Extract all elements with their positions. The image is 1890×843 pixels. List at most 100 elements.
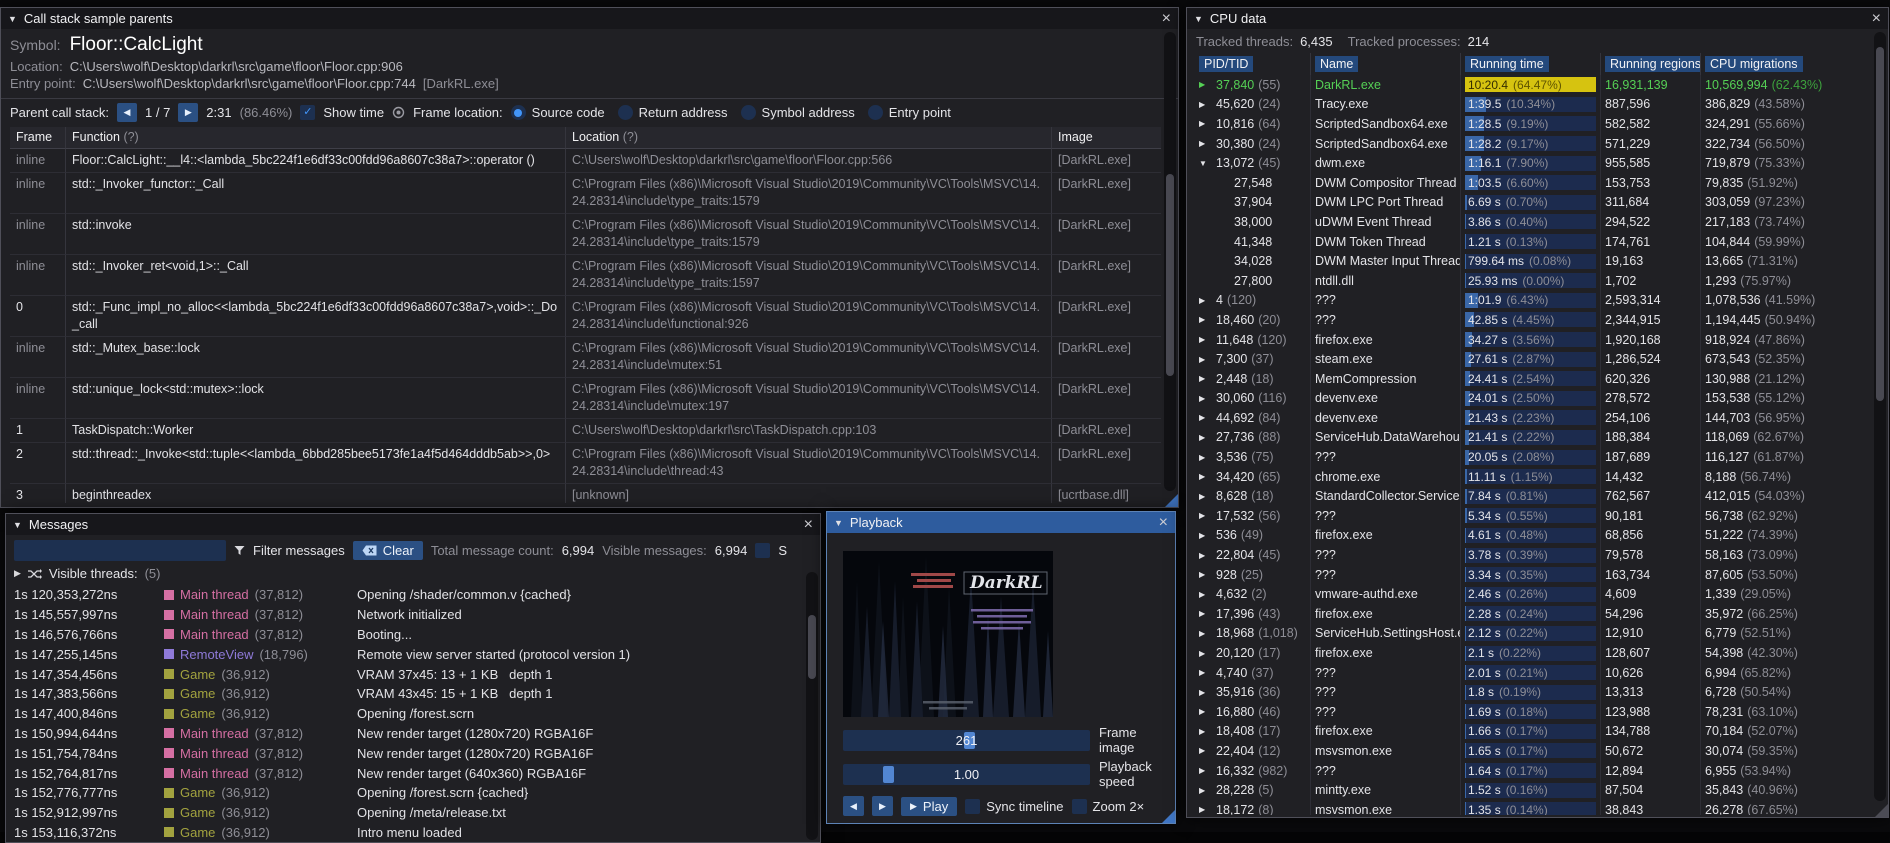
scrollbar-thumb[interactable] (1166, 174, 1174, 376)
zoom-checkbox[interactable] (1072, 799, 1087, 814)
cpu-row[interactable]: ▶ 20,120 (17) firefox.exe 2.1 s(0.22%) 1… (1195, 643, 1880, 663)
expand-icon[interactable]: ▶ (1199, 590, 1212, 599)
expand-icon[interactable]: ▶ (1199, 335, 1212, 344)
callstack-table-row[interactable]: inline Floor::CalcLight::__l4::<lambda_5… (10, 149, 1161, 173)
clear-button[interactable]: Clear (353, 541, 423, 560)
collapse-arrow-icon[interactable]: ▼ (834, 518, 843, 528)
col-header-cpu-migrations[interactable]: CPU migrations (1701, 53, 1880, 75)
playback-speed-slider[interactable]: 1.00 (843, 764, 1090, 785)
cpu-row[interactable]: ▶ 28,228 (5) mintty.exe 1.52 s(0.16%) 87… (1195, 780, 1880, 800)
col-header-running-time[interactable]: Running time (1461, 53, 1601, 75)
cpu-row[interactable]: ▶ 37,840 (55) DarkRL.exe 10:20.4(64.47%)… (1195, 75, 1880, 95)
cpu-row[interactable]: ▶ 18,408 (17) firefox.exe 1.66 s(0.17%) … (1195, 722, 1880, 742)
cpu-row[interactable]: ▼ 13,072 (45) dwm.exe 1:16.1(7.90%) 955,… (1195, 153, 1880, 173)
expand-icon[interactable]: ▶ (1199, 707, 1212, 716)
cpu-row[interactable]: ▶ 18,172 (8) msvsmon.exe 1.35 s(0.14%) 3… (1195, 800, 1880, 815)
cpu-row[interactable]: 37,904 DWM LPC Port Thread 6.69 s(0.70%)… (1195, 193, 1880, 213)
callstack-table-row[interactable]: 3 beginthreadex [unknown] [ucrtbase.dll] (10, 484, 1161, 503)
expand-icon[interactable]: ▶ (1199, 570, 1212, 579)
expand-icon[interactable]: ▶ (14, 568, 21, 579)
expand-icon[interactable]: ▶ (1199, 609, 1212, 618)
expand-icon[interactable]: ▶ (1199, 805, 1212, 814)
cpu-row[interactable]: ▶ 4 (120) ??? 1:01.9(6.43%) 2,593,314 1,… (1195, 291, 1880, 311)
message-row[interactable]: 1s 147,255,145ns RemoteView (18,796) Rem… (14, 644, 812, 664)
callstack-table-row[interactable]: 1 TaskDispatch::Worker C:\Users\wolf\Des… (10, 419, 1161, 443)
play-button[interactable]: ▶ Play (901, 797, 957, 816)
message-row[interactable]: 1s 147,354,456ns Game (36,912) VRAM 37x4… (14, 664, 812, 684)
frame-image-slider[interactable]: 261 (843, 730, 1090, 751)
zoom-option[interactable]: Zoom 2× (1072, 799, 1145, 814)
cpu-row[interactable]: ▶ 27,736 (88) ServiceHub.DataWarehouseHo… (1195, 428, 1880, 448)
cpu-row[interactable]: ▶ 7,300 (37) steam.exe 27.61 s(2.87%) 1,… (1195, 349, 1880, 369)
messages-titlebar[interactable]: ▼ Messages × (6, 514, 820, 535)
cpu-row[interactable]: ▶ 16,880 (46) ??? 1.69 s(0.18%) 123,988 … (1195, 702, 1880, 722)
expand-icon[interactable]: ▶ (1199, 511, 1212, 520)
frame-location-radio[interactable]: Return address (618, 105, 728, 120)
message-row[interactable]: 1s 146,576,766ns Main thread (37,812) Bo… (14, 625, 812, 645)
next-stack-button[interactable]: ▶ (178, 103, 198, 122)
message-row[interactable]: 1s 153,116,372ns Game (36,912) Intro men… (14, 823, 812, 842)
collapse-arrow-icon[interactable]: ▼ (1194, 14, 1203, 24)
prev-frame-button[interactable]: ◀ (843, 796, 864, 816)
cpu-row[interactable]: ▶ 16,332 (982) ??? 1.64 s(0.17%) 12,894 … (1195, 761, 1880, 781)
cpu-row[interactable]: ▶ 17,532 (56) ??? 5.34 s(0.55%) 90,181 5… (1195, 506, 1880, 526)
expand-icon[interactable]: ▶ (1199, 100, 1212, 109)
expand-icon[interactable]: ▶ (1199, 551, 1212, 560)
close-icon[interactable]: × (804, 517, 813, 533)
expand-icon[interactable]: ▶ (1199, 119, 1212, 128)
expand-icon[interactable]: ▶ (1199, 453, 1212, 462)
expand-icon[interactable]: ▶ (1199, 80, 1212, 89)
message-row[interactable]: 1s 147,383,566ns Game (36,912) VRAM 43x4… (14, 684, 812, 704)
scrollbar[interactable] (1164, 32, 1176, 491)
callstack-table-row[interactable]: inline std::_Invoker_ret<void,1>::_Call … (10, 255, 1161, 296)
cpu-row[interactable]: 41,348 DWM Token Thread 1.21 s(0.13%) 17… (1195, 232, 1880, 252)
expand-icon[interactable]: ▶ (1199, 531, 1212, 540)
next-frame-button[interactable]: ▶ (872, 796, 893, 816)
expand-icon[interactable]: ▶ (1199, 746, 1212, 755)
expand-icon[interactable]: ▶ (1199, 472, 1212, 481)
sync-timeline-checkbox[interactable] (965, 799, 980, 814)
sync-timeline-option[interactable]: Sync timeline (965, 799, 1063, 814)
expand-icon[interactable]: ▶ (1199, 355, 1212, 364)
scrollbar[interactable] (806, 572, 818, 840)
message-row[interactable]: 1s 147,400,846ns Game (36,912) Opening /… (14, 704, 812, 724)
message-row[interactable]: 1s 152,764,817ns Main thread (37,812) Ne… (14, 763, 812, 783)
cpu-row[interactable]: ▶ 4,632 (2) vmware-authd.exe 2.46 s(0.26… (1195, 584, 1880, 604)
cpu-row[interactable]: 34,028 DWM Master Input Thread 799.64 ms… (1195, 251, 1880, 271)
message-row[interactable]: 1s 152,912,997ns Game (36,912) Opening /… (14, 803, 812, 823)
expand-icon[interactable]: ▶ (1199, 315, 1212, 324)
message-row[interactable]: 1s 120,353,272ns Main thread (37,812) Op… (14, 585, 812, 605)
col-header-frame[interactable]: Frame (10, 127, 66, 149)
callstack-table-row[interactable]: inline std::invoke C:\Program Files (x86… (10, 214, 1161, 255)
expand-icon[interactable]: ▶ (1199, 649, 1212, 658)
resize-grip[interactable] (1162, 810, 1175, 823)
frame-location-radio[interactable]: Entry point (868, 105, 951, 120)
cpu-row[interactable]: ▶ 928 (25) ??? 3.34 s(0.35%) 163,734 87,… (1195, 565, 1880, 585)
expand-icon[interactable]: ▶ (1199, 433, 1212, 442)
cpu-row[interactable]: ▶ 45,620 (24) Tracy.exe 1:39.5(10.34%) 8… (1195, 95, 1880, 115)
cpu-row[interactable]: ▶ 4,740 (37) ??? 2.01 s(0.21%) 10,626 6,… (1195, 663, 1880, 683)
cpu-row[interactable]: ▶ 17,396 (43) firefox.exe 2.28 s(0.24%) … (1195, 604, 1880, 624)
frame-location-radio[interactable]: Symbol address (741, 105, 855, 120)
close-icon[interactable]: × (1159, 515, 1168, 531)
scrollbar-thumb[interactable] (1876, 47, 1884, 401)
cpu-row[interactable]: ▶ 3,536 (75) ??? 20.05 s(2.08%) 187,689 … (1195, 447, 1880, 467)
cpu-row[interactable]: ▶ 11,648 (120) firefox.exe 34.27 s(3.56%… (1195, 330, 1880, 350)
cpu-row[interactable]: ▶ 30,380 (24) ScriptedSandbox64.exe 1:28… (1195, 134, 1880, 154)
expand-icon[interactable]: ▶ (1199, 786, 1212, 795)
expand-icon[interactable]: ▶ (1199, 296, 1212, 305)
expand-icon[interactable]: ▶ (1199, 629, 1212, 638)
expand-icon[interactable]: ▶ (1199, 394, 1212, 403)
callstack-table-row[interactable]: 0 std::_Func_impl_no_alloc<<lambda_5bc22… (10, 296, 1161, 337)
expand-icon[interactable]: ▶ (1199, 139, 1212, 148)
expand-icon[interactable]: ▶ (1199, 766, 1212, 775)
callstack-table-row[interactable]: 2 std::thread::_Invoke<std::tuple<<lambd… (10, 443, 1161, 484)
callstack-table-row[interactable]: inline std::_Mutex_base::lock C:\Program… (10, 337, 1161, 378)
collapse-arrow-icon[interactable]: ▼ (13, 520, 22, 530)
col-header-image[interactable]: Image (1052, 127, 1161, 149)
cpu-row[interactable]: ▶ 22,804 (45) ??? 3.78 s(0.39%) 79,578 5… (1195, 545, 1880, 565)
cpu-row[interactable]: ▶ 30,060 (116) devenv.exe 24.01 s(2.50%)… (1195, 389, 1880, 409)
cpu-row[interactable]: ▶ 34,420 (65) chrome.exe 11.11 s(1.15%) … (1195, 467, 1880, 487)
cpu-row[interactable]: ▶ 18,968 (1,018) ServiceHub.SettingsHost… (1195, 624, 1880, 644)
expand-icon[interactable]: ▶ (1199, 374, 1212, 383)
